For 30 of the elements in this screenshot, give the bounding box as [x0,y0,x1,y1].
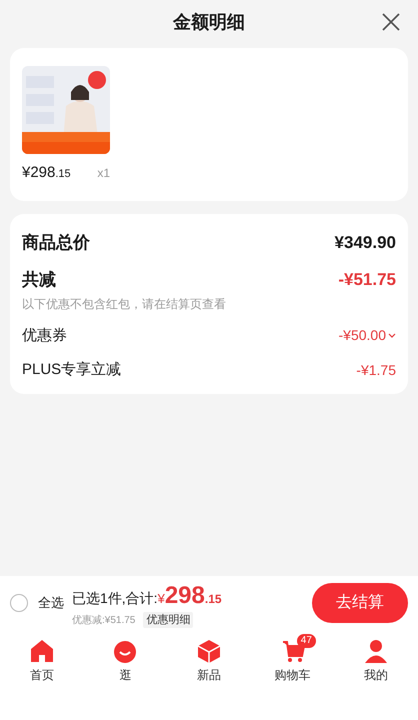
tab-item[interactable]: 新品 [167,638,251,688]
count-badge: 47 [296,634,316,648]
summary-label: 优惠券 [22,326,67,346]
smiley-icon [112,638,138,664]
summary-amount: -¥50.00 [338,326,386,346]
chevron-icon[interactable] [388,332,396,339]
summary-amount: ¥349.90 [334,232,396,254]
total-price: ¥298.15 [158,580,222,611]
summary-amount: -¥51.75 [338,269,396,291]
box-icon [196,638,222,664]
checkbox[interactable] [10,594,28,612]
quantity: x1 [97,165,110,182]
selected-summary: 已选1件,合计: [72,588,158,608]
summary-label: 商品总价 [22,232,90,254]
close-button[interactable] [380,11,402,33]
detail-link[interactable]: 优惠明细 [143,612,194,628]
summary-label: PLUS专享立减 [22,360,122,380]
discount-text: 优惠减:¥51.75 [72,614,136,628]
select-all-label[interactable]: 全选 [38,593,64,613]
tab-item[interactable]: 首页 [0,638,84,688]
product-price: ¥298.15 [22,163,71,183]
tab-item[interactable]: 逛 [84,638,168,688]
person-icon [363,638,390,664]
window-title: 金额明细 [173,10,245,34]
house-icon [28,638,55,664]
tab-item[interactable]: 我的 [334,638,418,688]
summary-label: 共减 [22,269,56,291]
summary-amount: -¥1.75 [356,360,396,380]
checkout-button[interactable]: 去结算 [312,583,408,623]
note-text: 以下优惠不包含红包，请在结算页查看 [22,296,227,312]
